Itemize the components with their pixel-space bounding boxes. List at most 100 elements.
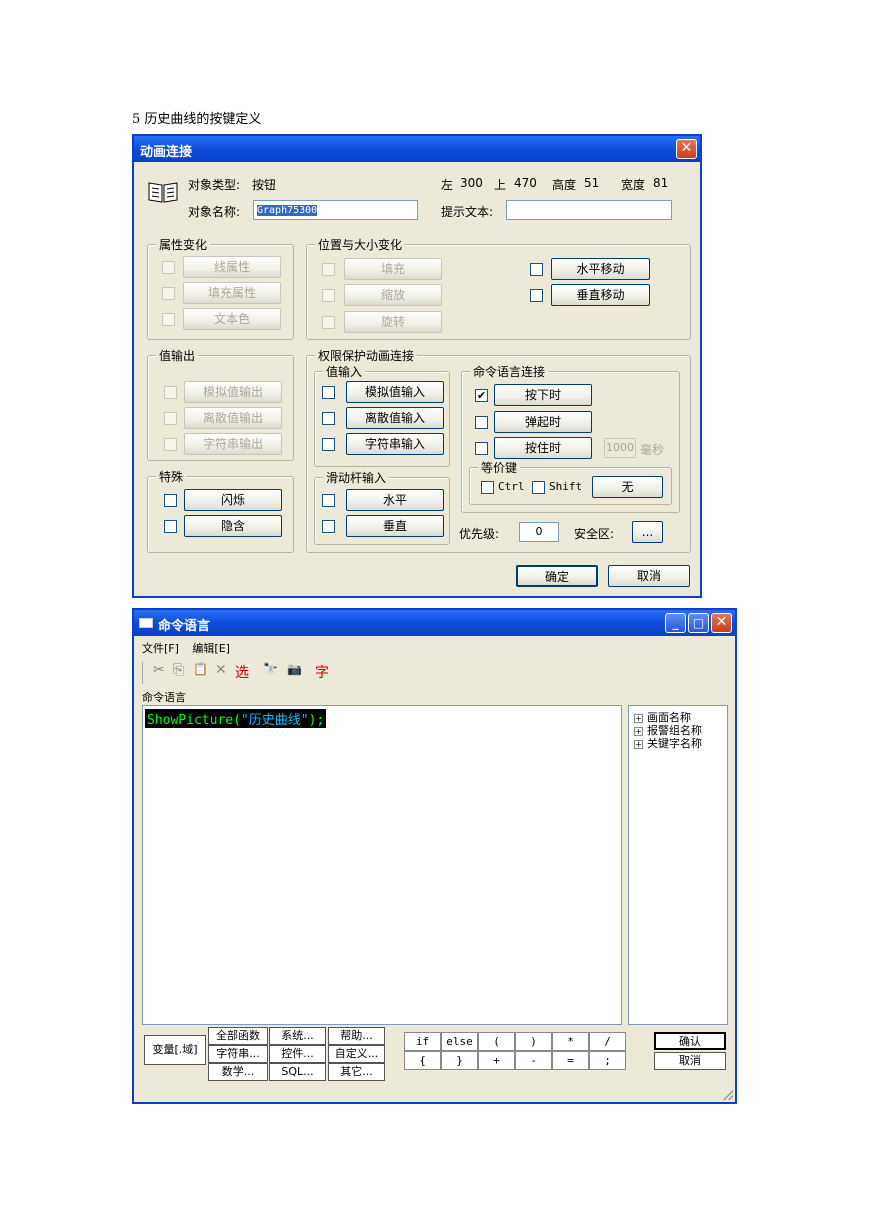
variable-field-button[interactable]: 变量[.域]: [144, 1035, 206, 1065]
ok-button[interactable]: 确定: [516, 565, 598, 587]
math-button[interactable]: 数学...: [208, 1063, 268, 1081]
string-output-checkbox[interactable]: [164, 438, 177, 451]
press-checkbox[interactable]: ✔: [475, 389, 488, 402]
slider-vertical-checkbox[interactable]: [322, 520, 335, 533]
hold-checkbox[interactable]: [475, 442, 488, 455]
op-divide[interactable]: /: [589, 1032, 626, 1051]
blink-checkbox[interactable]: [164, 494, 177, 507]
horizontal-move-button[interactable]: 水平移动: [551, 258, 650, 280]
fill-button[interactable]: 填充: [344, 258, 442, 280]
discrete-input-button[interactable]: 离散值输入: [346, 407, 444, 429]
op-open-paren[interactable]: (: [478, 1032, 515, 1051]
maximize-button[interactable]: □: [688, 613, 709, 633]
paste-icon[interactable]: 📋: [193, 662, 208, 676]
equivalent-key-button[interactable]: 无: [592, 476, 663, 498]
slider-horizontal-checkbox[interactable]: [322, 494, 335, 507]
blink-button[interactable]: 闪烁: [184, 489, 282, 511]
code-editor[interactable]: ShowPicture("历史曲线");: [142, 705, 622, 1025]
font-icon[interactable]: 字: [315, 662, 329, 682]
scale-checkbox[interactable]: [322, 289, 335, 302]
discrete-output-button[interactable]: 离散值输出: [184, 407, 282, 429]
discrete-input-checkbox[interactable]: [322, 412, 335, 425]
resize-grip-icon[interactable]: [723, 1090, 733, 1100]
op-else[interactable]: else: [441, 1032, 478, 1051]
op-multiply[interactable]: *: [552, 1032, 589, 1051]
other-button[interactable]: 其它...: [328, 1063, 385, 1081]
press-button[interactable]: 按下时: [494, 384, 592, 406]
system-button[interactable]: 系统...: [269, 1027, 326, 1045]
minimize-button[interactable]: _: [665, 613, 686, 633]
copy-icon[interactable]: ⎘: [173, 662, 184, 678]
title-bar[interactable]: 命令语言 _ □ ✕: [134, 610, 735, 636]
op-minus[interactable]: -: [515, 1051, 552, 1070]
analog-output-checkbox[interactable]: [164, 386, 177, 399]
expand-icon[interactable]: +: [634, 739, 643, 749]
string-input-button[interactable]: 字符串输入: [346, 433, 444, 455]
tree-item-keywords[interactable]: + 关键字名称: [634, 735, 702, 751]
string-button[interactable]: 字符串...: [208, 1045, 268, 1063]
hint-text-field[interactable]: [506, 200, 672, 220]
object-name-field[interactable]: Graph75300: [253, 200, 418, 220]
shift-checkbox[interactable]: [532, 481, 545, 494]
attribute-change-title: 属性变化: [156, 236, 211, 253]
analog-input-button[interactable]: 模拟值输入: [346, 381, 444, 403]
op-close-paren[interactable]: ): [515, 1032, 552, 1051]
op-semicolon[interactable]: ;: [589, 1051, 626, 1070]
control-button[interactable]: 控件...: [269, 1045, 326, 1063]
slider-horizontal-button[interactable]: 水平: [346, 489, 444, 511]
fill-attr-button[interactable]: 填充属性: [183, 282, 281, 304]
close-button[interactable]: ✕: [676, 139, 697, 159]
op-if[interactable]: if: [404, 1032, 441, 1051]
release-checkbox[interactable]: [475, 416, 488, 429]
hide-button[interactable]: 隐含: [184, 515, 282, 537]
value-input-title: 值输入: [323, 363, 366, 380]
confirm-button[interactable]: 确认: [654, 1032, 726, 1050]
line-attr-checkbox[interactable]: [162, 261, 175, 274]
horizontal-move-checkbox[interactable]: [530, 263, 543, 276]
name-tree[interactable]: + 画面名称 + 报警组名称 + 关键字名称: [628, 705, 728, 1025]
string-input-checkbox[interactable]: [322, 438, 335, 451]
all-functions-button[interactable]: 全部函数: [208, 1027, 268, 1045]
sql-button[interactable]: SQL...: [269, 1063, 326, 1081]
op-close-brace[interactable]: }: [441, 1051, 478, 1070]
menu-file[interactable]: 文件[F]: [142, 642, 179, 655]
menu-edit[interactable]: 编辑[E]: [192, 642, 230, 655]
hold-ms-field[interactable]: 1000: [604, 438, 636, 458]
delete-icon[interactable]: ✕: [215, 662, 227, 678]
analog-input-checkbox[interactable]: [322, 386, 335, 399]
text-color-checkbox[interactable]: [162, 313, 175, 326]
help-button[interactable]: 帮助...: [328, 1027, 385, 1045]
fill-attr-checkbox[interactable]: [162, 287, 175, 300]
fill-checkbox[interactable]: [322, 263, 335, 276]
line-attr-button[interactable]: 线属性: [183, 256, 281, 278]
hide-checkbox[interactable]: [164, 520, 177, 533]
rotate-button[interactable]: 旋转: [344, 311, 442, 333]
release-button[interactable]: 弹起时: [494, 411, 592, 433]
close-button[interactable]: ✕: [711, 613, 732, 633]
rotate-checkbox[interactable]: [322, 316, 335, 329]
cut-icon[interactable]: ✂: [153, 662, 165, 678]
vertical-move-button[interactable]: 垂直移动: [551, 284, 650, 306]
op-equals[interactable]: =: [552, 1051, 589, 1070]
op-plus[interactable]: +: [478, 1051, 515, 1070]
replace-icon[interactable]: 📷: [287, 662, 302, 676]
cancel-button[interactable]: 取消: [608, 565, 690, 587]
analog-output-button[interactable]: 模拟值输出: [184, 381, 282, 403]
slider-vertical-button[interactable]: 垂直: [346, 515, 444, 537]
op-open-brace[interactable]: {: [404, 1051, 441, 1070]
hold-button[interactable]: 按住时: [494, 437, 592, 459]
cancel-button[interactable]: 取消: [654, 1052, 726, 1070]
select-icon[interactable]: 选: [235, 662, 249, 682]
custom-button[interactable]: 自定义...: [328, 1045, 385, 1063]
string-output-button[interactable]: 字符串输出: [184, 433, 282, 455]
find-icon[interactable]: 🔭: [263, 662, 278, 676]
scale-button[interactable]: 缩放: [344, 284, 442, 306]
permission-protect-title: 权限保护动画连接: [315, 347, 418, 364]
discrete-output-checkbox[interactable]: [164, 412, 177, 425]
priority-field[interactable]: 0: [519, 522, 559, 542]
ctrl-checkbox[interactable]: [481, 481, 494, 494]
safety-zone-button[interactable]: ...: [632, 521, 663, 543]
text-color-button[interactable]: 文本色: [183, 308, 281, 330]
title-bar[interactable]: 动画连接 ✕: [134, 136, 700, 162]
vertical-move-checkbox[interactable]: [530, 289, 543, 302]
